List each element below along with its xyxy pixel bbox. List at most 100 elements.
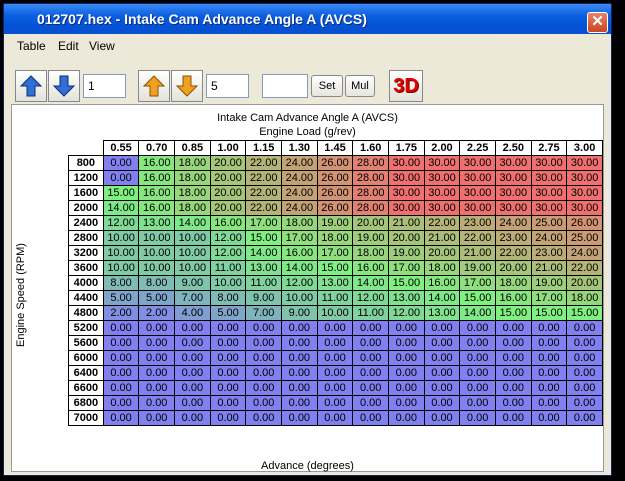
map-cell[interactable]: 10.00 [102, 230, 140, 246]
map-cell[interactable]: 0.00 [459, 395, 496, 411]
map-cell[interactable]: 11.00 [352, 305, 389, 321]
map-cell[interactable]: 17.00 [245, 215, 283, 231]
map-cell[interactable]: 0.00 [102, 395, 140, 411]
map-cell[interactable]: 8.00 [102, 275, 140, 291]
map-cell[interactable]: 10.00 [281, 290, 318, 306]
map-cell[interactable]: 10.00 [174, 245, 211, 261]
map-cell[interactable]: 0.00 [566, 410, 603, 426]
map-cell[interactable]: 30.00 [459, 155, 496, 171]
map-cell[interactable]: 16.00 [138, 185, 176, 201]
map-cell[interactable]: 18.00 [174, 170, 211, 186]
map-cell[interactable]: 0.00 [423, 395, 461, 411]
map-cell[interactable]: 0.00 [530, 320, 568, 336]
map-cell[interactable]: 23.00 [530, 245, 568, 261]
menu-view[interactable]: View [89, 39, 115, 53]
map-cell[interactable]: 18.00 [174, 155, 211, 171]
map-cell[interactable]: 8.00 [138, 275, 176, 291]
map-cell[interactable]: 5.00 [138, 290, 176, 306]
map-cell[interactable]: 0.00 [138, 365, 176, 381]
increment-up-button[interactable] [15, 70, 47, 102]
map-cell[interactable]: 11.00 [209, 260, 247, 276]
map-cell[interactable]: 0.00 [530, 350, 568, 366]
map-cell[interactable]: 0.00 [566, 350, 603, 366]
menu-edit[interactable]: Edit [58, 39, 79, 53]
map-cell[interactable]: 0.00 [138, 410, 176, 426]
map-cell[interactable]: 11.00 [245, 275, 283, 291]
map-cell[interactable]: 16.00 [209, 215, 247, 231]
map-cell[interactable]: 17.00 [388, 260, 425, 276]
map-cell[interactable]: 12.00 [352, 290, 389, 306]
map-cell[interactable]: 10.00 [138, 260, 176, 276]
map-cell[interactable]: 18.00 [352, 245, 389, 261]
map-cell[interactable]: 10.00 [316, 305, 354, 321]
map-cell[interactable]: 0.00 [102, 155, 140, 171]
map-cell[interactable]: 0.00 [316, 395, 354, 411]
3d-view-button[interactable]: 3D [389, 70, 423, 102]
map-cell[interactable]: 0.00 [459, 380, 496, 396]
map-cell[interactable]: 30.00 [530, 170, 568, 186]
map-cell[interactable]: 0.00 [494, 365, 532, 381]
map-cell[interactable]: 0.00 [245, 350, 283, 366]
map-cell[interactable]: 22.00 [245, 185, 283, 201]
map-cell[interactable]: 0.00 [281, 395, 318, 411]
map-cell[interactable]: 0.00 [174, 320, 211, 336]
map-cell[interactable]: 0.00 [138, 395, 176, 411]
map-cell[interactable]: 30.00 [494, 200, 532, 216]
map-cell[interactable]: 0.00 [388, 320, 425, 336]
map-cell[interactable]: 13.00 [138, 215, 176, 231]
map-cell[interactable]: 4.00 [174, 305, 211, 321]
map-cell[interactable]: 7.00 [245, 305, 283, 321]
map-cell[interactable]: 15.00 [102, 185, 140, 201]
map-cell[interactable]: 24.00 [281, 185, 318, 201]
map-cell[interactable]: 10.00 [102, 260, 140, 276]
map-cell[interactable]: 30.00 [423, 185, 461, 201]
map-cell[interactable]: 15.00 [459, 290, 496, 306]
map-cell[interactable]: 17.00 [281, 230, 318, 246]
map-cell[interactable]: 20.00 [209, 155, 247, 171]
map-cell[interactable]: 24.00 [530, 230, 568, 246]
map-cell[interactable]: 30.00 [423, 155, 461, 171]
map-cell[interactable]: 0.00 [494, 320, 532, 336]
map-cell[interactable]: 0.00 [102, 380, 140, 396]
map-cell[interactable]: 14.00 [352, 275, 389, 291]
map-cell[interactable]: 0.00 [566, 380, 603, 396]
map-cell[interactable]: 0.00 [459, 410, 496, 426]
map-cell[interactable]: 0.00 [138, 335, 176, 351]
map-cell[interactable]: 0.00 [494, 350, 532, 366]
map-cell[interactable]: 5.00 [102, 290, 140, 306]
map-cell[interactable]: 0.00 [174, 365, 211, 381]
map-cell[interactable]: 7.00 [174, 290, 211, 306]
map-cell[interactable]: 21.00 [459, 245, 496, 261]
step-input[interactable]: 1 [83, 74, 126, 98]
map-cell[interactable]: 0.00 [530, 410, 568, 426]
map-cell[interactable]: 0.00 [245, 395, 283, 411]
map-cell[interactable]: 18.00 [174, 185, 211, 201]
map-cell[interactable]: 20.00 [209, 170, 247, 186]
map-cell[interactable]: 0.00 [352, 395, 389, 411]
map-cell[interactable]: 10.00 [138, 230, 176, 246]
map-cell[interactable]: 0.00 [494, 410, 532, 426]
map-cell[interactable]: 0.00 [174, 395, 211, 411]
map-cell[interactable]: 2.00 [138, 305, 176, 321]
multiply-up-button[interactable] [138, 70, 170, 102]
map-cell[interactable]: 18.00 [316, 230, 354, 246]
map-cell[interactable]: 13.00 [245, 260, 283, 276]
map-cell[interactable]: 30.00 [566, 170, 603, 186]
map-cell[interactable]: 0.00 [102, 365, 140, 381]
map-cell[interactable]: 0.00 [209, 320, 247, 336]
map-cell[interactable]: 0.00 [245, 410, 283, 426]
map-cell[interactable]: 0.00 [209, 410, 247, 426]
map-cell[interactable]: 16.00 [352, 260, 389, 276]
map-cell[interactable]: 0.00 [352, 365, 389, 381]
map-cell[interactable]: 19.00 [459, 260, 496, 276]
increment-down-button[interactable] [48, 70, 80, 102]
map-cell[interactable]: 0.00 [138, 380, 176, 396]
map-cell[interactable]: 12.00 [281, 275, 318, 291]
map-cell[interactable]: 30.00 [566, 200, 603, 216]
map-cell[interactable]: 15.00 [494, 305, 532, 321]
map-cell[interactable]: 30.00 [459, 200, 496, 216]
map-cell[interactable]: 9.00 [281, 305, 318, 321]
map-cell[interactable]: 17.00 [459, 275, 496, 291]
map-cell[interactable]: 30.00 [494, 170, 532, 186]
map-cell[interactable]: 14.00 [459, 305, 496, 321]
